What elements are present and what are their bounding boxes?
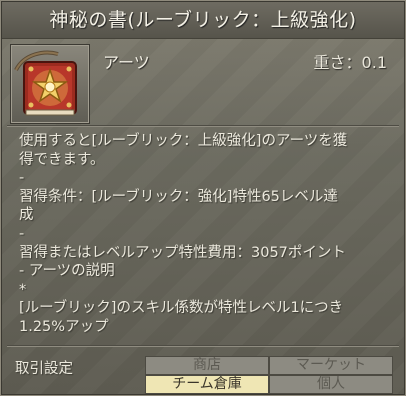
description-line: 1.25%アップ — [19, 318, 109, 335]
item-description: 使用すると[ルーブリック：上級強化]のアーツを獲 得できます。 - 習得条件：[… — [19, 132, 391, 337]
tooltip-title-bar: 神秘の書(ルーブリック：上級強化) — [2, 2, 404, 39]
description-line: - — [19, 170, 25, 187]
item-name: 神秘の書(ルーブリック：上級強化) — [49, 9, 357, 31]
item-icon-frame[interactable] — [10, 44, 90, 124]
trade-option-team-storage: チーム倉庫 — [145, 375, 269, 394]
description-line: 習得またはレベルアップ特性費用：3057ポイント — [19, 244, 346, 261]
trade-option-shop: 商店 — [145, 356, 269, 375]
description-line: [ルーブリック]のスキル係数が特性レベル1につき — [19, 300, 344, 317]
trade-option-market: マーケット — [269, 356, 393, 375]
description-line: 使用すると[ルーブリック：上級強化]のアーツを獲 — [19, 133, 348, 149]
description-line: 成 — [19, 207, 34, 224]
item-tooltip: 神秘の書(ルーブリック：上級強化) アーツ 重さ：0.1 使用すると[ルーブリッ… — [0, 0, 406, 396]
mystic-book-icon — [14, 50, 77, 116]
description-line: 得できます。 — [19, 151, 105, 168]
header-divider — [7, 125, 399, 127]
item-type: アーツ — [103, 53, 150, 72]
trade-divider — [7, 345, 399, 347]
description-line: - — [19, 225, 25, 242]
trade-option-personal: 個人 — [269, 375, 393, 394]
trade-options-grid: 商店 マーケット チーム倉庫 個人 — [145, 356, 393, 394]
item-weight: 重さ：0.1 — [313, 53, 387, 72]
description-line: * — [19, 281, 27, 298]
trade-settings-label: 取引設定 — [15, 361, 73, 377]
description-line: 習得条件：[ルーブリック：強化]特性65レベル達 — [19, 188, 338, 205]
description-line: - アーツの説明 — [19, 263, 115, 280]
